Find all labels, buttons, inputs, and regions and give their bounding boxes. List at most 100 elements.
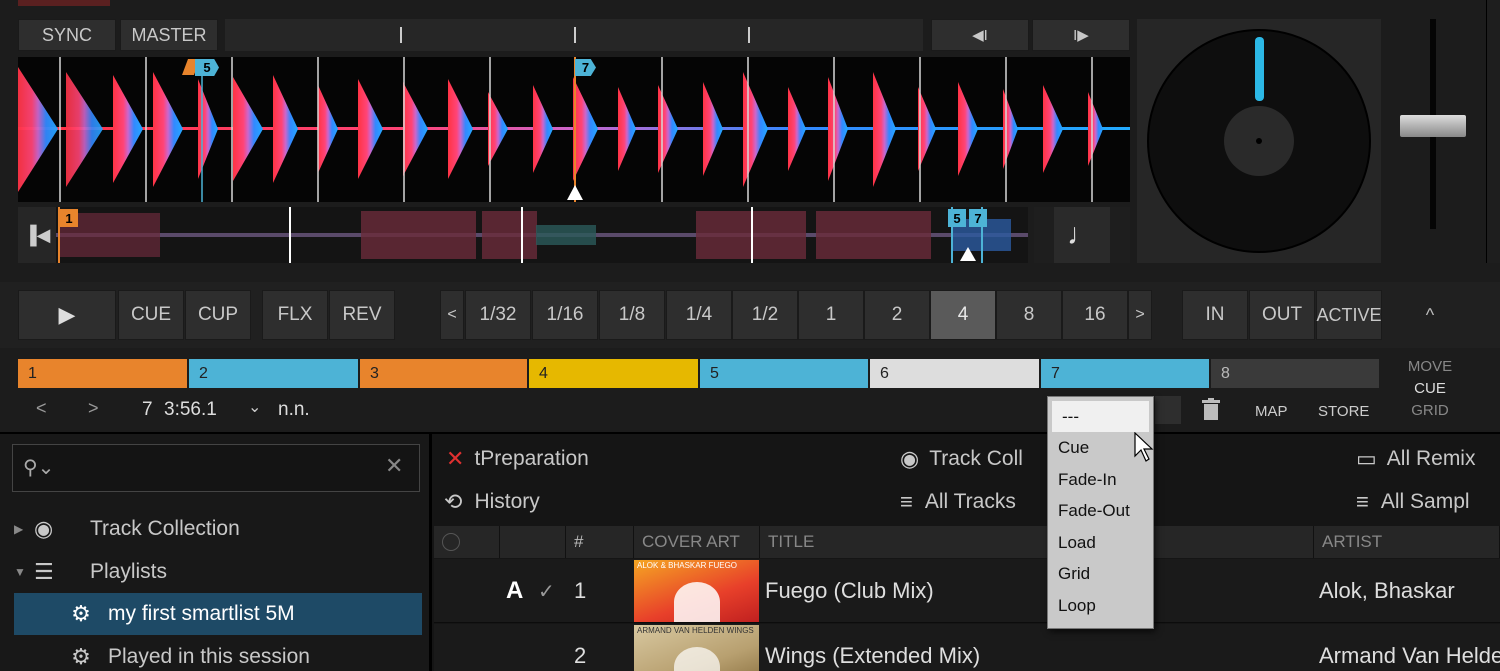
menu-item-loop[interactable]: Loop: [1048, 590, 1153, 621]
tempo-fader-handle[interactable]: [1400, 115, 1466, 137]
collapse-arrow-icon[interactable]: ▼: [14, 565, 34, 579]
favorite-history[interactable]: ⟲ History: [444, 489, 540, 515]
overview-waveform[interactable]: 1 5 7: [56, 207, 1028, 263]
cue-color-swatch[interactable]: [1155, 396, 1181, 424]
clear-search-icon[interactable]: ✕: [385, 453, 411, 481]
platter-disc[interactable]: [1147, 29, 1371, 253]
reverse-button[interactable]: REV: [329, 290, 395, 340]
menu-item-grid[interactable]: Grid: [1048, 558, 1153, 589]
collapse-deck-icon[interactable]: ^: [1410, 300, 1450, 330]
cue-button[interactable]: CUE: [118, 290, 184, 340]
favorite-preparation[interactable]: ✕ tPreparation: [446, 446, 589, 472]
menu-item-none-selected[interactable]: ---: [1052, 401, 1149, 432]
cue-next-button[interactable]: >: [88, 398, 106, 422]
loop-size-next-button[interactable]: >: [1128, 290, 1152, 340]
favorite-all-samples[interactable]: ≡ All Sampl: [1356, 489, 1470, 515]
master-button[interactable]: MASTER: [120, 19, 218, 51]
favorite-track-collection[interactable]: ◉ Track Coll: [900, 446, 1023, 472]
cue-prev-button[interactable]: <: [36, 398, 54, 422]
track-artist: Alok, Bhaskar: [1319, 578, 1455, 603]
tempo-panel: ♩: [1034, 207, 1130, 263]
play-button[interactable]: ▶: [18, 290, 116, 340]
cue-number: 7: [142, 399, 153, 420]
browser: ⚲⌄ ✕ ▶ ◉ Track Collection ▼ ☰ Playlists …: [0, 432, 1500, 671]
favorite-label: Track Coll: [929, 447, 1023, 470]
table-row[interactable]: A ✓ 1 ALOK & BHASKAR FUEGO Fuego (Club M…: [434, 559, 1500, 623]
hotcue-8[interactable]: 8: [1211, 359, 1379, 388]
hotcue-4[interactable]: 4: [529, 359, 698, 388]
tree-label: Played in this session: [108, 645, 310, 668]
menu-item-fade-in[interactable]: Fade-In: [1048, 464, 1153, 495]
menu-item-fade-out[interactable]: Fade-Out: [1048, 495, 1153, 526]
collection-icon: ◉: [34, 516, 54, 541]
beatjump-forward-button[interactable]: I▶: [1032, 19, 1130, 51]
table-row[interactable]: 2 ARMAND VAN HELDEN WINGS Wings (Extende…: [434, 624, 1500, 671]
hotcue-1[interactable]: 1: [18, 359, 187, 388]
loop-size-1-16[interactable]: 1/16: [532, 290, 598, 340]
hotcue-5[interactable]: 5: [700, 359, 868, 388]
favorite-label: tPreparation: [474, 447, 589, 470]
loop-size-8[interactable]: 8: [996, 290, 1062, 340]
search-input[interactable]: [65, 453, 365, 483]
hotcue-6[interactable]: 6: [870, 359, 1039, 388]
tree-item-smartlist-selected[interactable]: ⚙ my first smartlist 5M: [14, 593, 422, 635]
column-header-cover-art[interactable]: COVER ART: [634, 526, 760, 558]
beat-note-icon[interactable]: ♩: [1054, 207, 1110, 263]
platter-panel: [1137, 19, 1381, 263]
overview-marker-5: 5: [948, 209, 966, 227]
search-field[interactable]: ⚲⌄ ✕: [12, 444, 420, 492]
loop-in-button[interactable]: IN: [1182, 290, 1248, 340]
hotcue-2[interactable]: 2: [189, 359, 358, 388]
cue-type-dropdown-chevron[interactable]: ⌄: [248, 397, 264, 421]
favorite-all-tracks[interactable]: ≡ All Tracks: [900, 489, 1016, 515]
track-title: Wings (Extended Mix): [765, 643, 981, 668]
sync-button[interactable]: SYNC: [18, 19, 116, 51]
search-icon[interactable]: ⚲⌄: [23, 455, 63, 481]
platter-position-indicator: [1255, 37, 1264, 101]
loop-size-1-4[interactable]: 1/4: [666, 290, 732, 340]
tree-item-played-session[interactable]: ⚙ Played in this session: [14, 636, 422, 671]
expand-arrow-icon[interactable]: ▶: [14, 522, 34, 536]
mode-grid[interactable]: GRID: [1395, 402, 1465, 422]
loop-size-2[interactable]: 2: [864, 290, 930, 340]
loop-size-4-selected[interactable]: 4: [930, 290, 996, 340]
store-button[interactable]: STORE: [1318, 403, 1378, 423]
mode-move[interactable]: MOVE: [1395, 358, 1465, 378]
menu-item-load[interactable]: Load: [1048, 527, 1153, 558]
loop-out-button[interactable]: OUT: [1249, 290, 1315, 340]
mouse-cursor-icon: [1134, 431, 1154, 464]
tree-item-track-collection[interactable]: ▶ ◉ Track Collection: [14, 508, 422, 550]
stripe-waveform[interactable]: 5 7: [18, 57, 1130, 202]
beatjump-back-button[interactable]: ◀I: [931, 19, 1029, 51]
column-header-number[interactable]: #: [566, 526, 634, 558]
column-header-artist[interactable]: ARTIST: [1314, 526, 1500, 558]
map-button[interactable]: MAP: [1255, 403, 1297, 423]
column-header-title[interactable]: TITLE: [760, 526, 1314, 558]
loop-size-1[interactable]: 1: [798, 290, 864, 340]
list-icon: ≡: [900, 489, 913, 514]
loop-size-1-32[interactable]: 1/32: [465, 290, 531, 340]
deck-b-edge: [1486, 0, 1500, 263]
column-header-deck[interactable]: [500, 526, 566, 558]
hotcue-7[interactable]: 7: [1041, 359, 1209, 388]
cover-art-image: ALOK & BHASKAR FUEGO: [634, 560, 759, 622]
favorite-label: All Tracks: [924, 490, 1016, 513]
cup-button[interactable]: CUP: [185, 290, 251, 340]
loop-size-prev-button[interactable]: <: [440, 290, 464, 340]
hotcue-3[interactable]: 3: [360, 359, 527, 388]
skip-to-start-icon[interactable]: ▐◀: [18, 207, 56, 263]
delete-cue-icon[interactable]: [1200, 398, 1222, 422]
loop-size-1-2[interactable]: 1/2: [732, 290, 798, 340]
cue-name[interactable]: n.n.: [278, 399, 338, 423]
cover-art-text: ALOK & BHASKAR FUEGO: [637, 561, 738, 570]
loop-active-button[interactable]: ACTIVE: [1316, 290, 1382, 340]
cue-time: 3:56.1: [164, 399, 217, 420]
flux-button[interactable]: FLX: [262, 290, 328, 340]
tree-item-playlists[interactable]: ▼ ☰ Playlists: [14, 551, 422, 593]
column-header-status[interactable]: [434, 526, 500, 558]
tempo-fader[interactable]: [1398, 19, 1468, 263]
loop-size-1-8[interactable]: 1/8: [599, 290, 665, 340]
loop-size-16[interactable]: 16: [1062, 290, 1128, 340]
favorite-all-remix[interactable]: ▭ All Remix: [1356, 446, 1475, 472]
mode-cue[interactable]: CUE: [1395, 380, 1465, 400]
